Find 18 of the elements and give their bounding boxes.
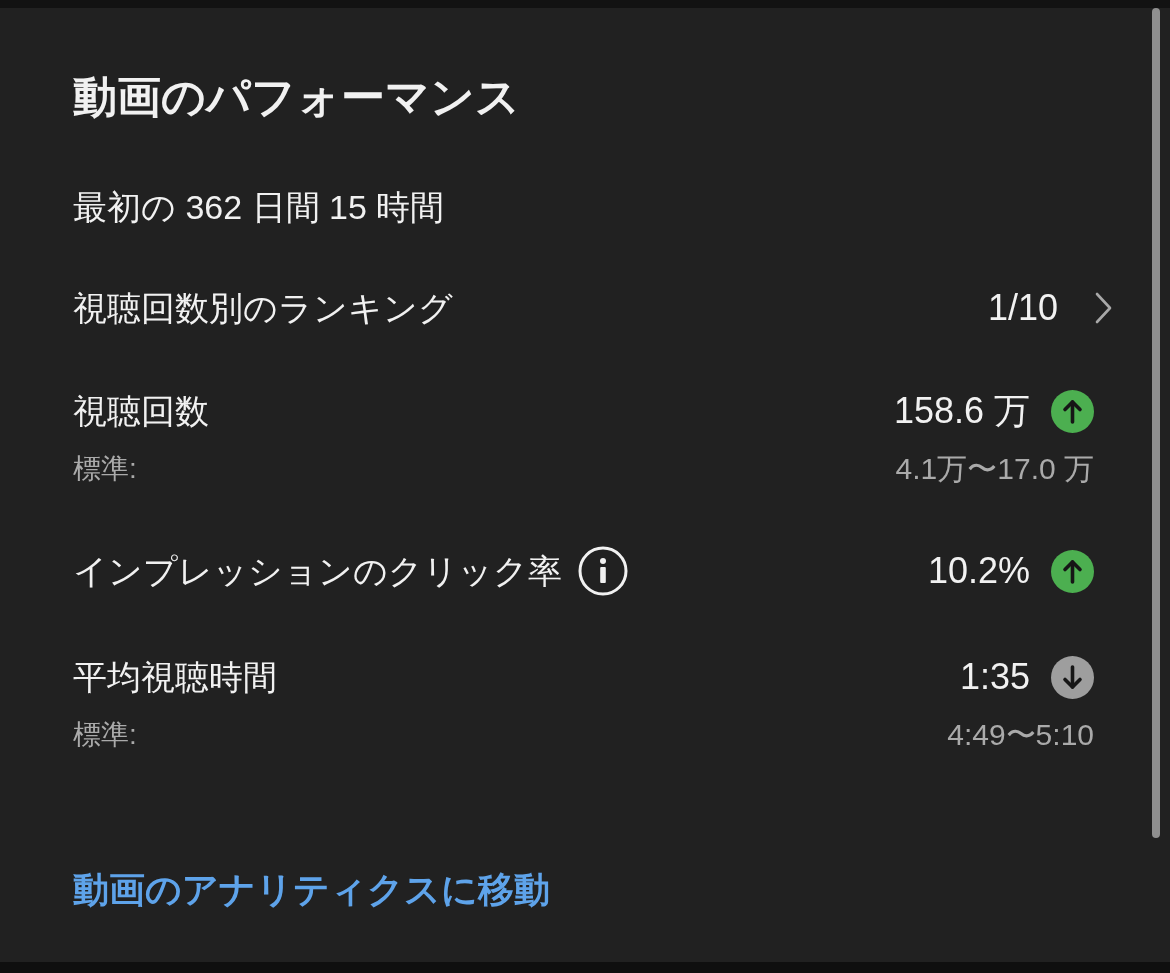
typical-range: 4.1万〜17.0 万 bbox=[895, 451, 1094, 487]
typical-label: 標準: bbox=[73, 452, 137, 486]
metric-label: 視聴回数 bbox=[73, 391, 209, 432]
info-icon[interactable] bbox=[578, 546, 628, 596]
ranking-label: 視聴回数別のランキング bbox=[73, 288, 453, 329]
metric-value: 1:35 bbox=[959, 655, 1030, 699]
section-title: 動画のパフォーマンス bbox=[73, 71, 520, 123]
typical-range: 4:49〜5:10 bbox=[947, 717, 1094, 753]
analytics-link[interactable]: 動画のアナリティクスに移動 bbox=[73, 866, 550, 914]
period-text: 最初の 362 日間 15 時間 bbox=[73, 187, 445, 228]
scrollbar-thumb[interactable] bbox=[1152, 8, 1160, 838]
typical-label: 標準: bbox=[73, 718, 137, 752]
chevron-right-icon[interactable] bbox=[1095, 292, 1112, 324]
metric-label: 平均視聴時間 bbox=[73, 657, 277, 698]
ranking-value: 1/10 bbox=[987, 286, 1058, 330]
metric-value: 10.2% bbox=[927, 549, 1030, 593]
metric-label: インプレッションのクリック率 bbox=[73, 551, 562, 592]
metric-value: 158.6 万 bbox=[893, 389, 1030, 433]
